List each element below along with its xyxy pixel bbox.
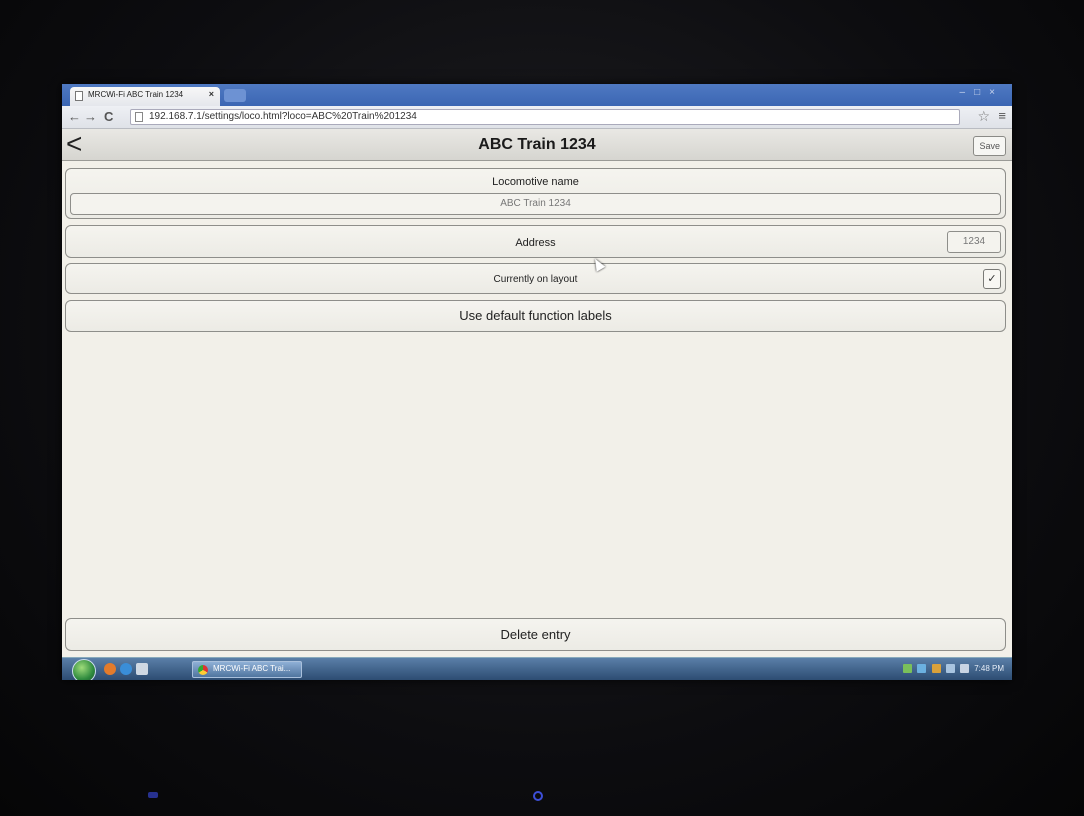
on-layout-field: Currently on layout ✓ — [65, 263, 1006, 294]
url-text: 192.168.7.1/settings/loco.html?loco=ABC%… — [149, 111, 417, 122]
page-icon — [75, 91, 83, 101]
tray-icon[interactable] — [931, 664, 941, 674]
address-label: Address — [515, 237, 556, 249]
system-tray: 7:48 PM — [903, 664, 1004, 674]
tray-icon[interactable] — [917, 664, 927, 674]
clock[interactable]: 7:48 PM — [974, 664, 1004, 673]
tray-icon[interactable] — [903, 664, 913, 674]
address-field: Address 1234 — [65, 225, 1006, 258]
network-icon[interactable] — [945, 664, 955, 674]
address-bar[interactable]: 192.168.7.1/settings/loco.html?loco=ABC%… — [130, 109, 960, 125]
close-icon[interactable]: × — [209, 89, 214, 99]
screen: MRCWi-Fi ABC Train 1234 × –□× ← → C 192.… — [62, 84, 1012, 680]
tab-title: MRCWi-Fi ABC Train 1234 — [88, 90, 184, 99]
page-icon — [135, 112, 143, 122]
forward-arrow-icon[interactable]: → — [84, 109, 97, 124]
on-layout-checkbox[interactable]: ✓ — [983, 269, 1001, 289]
settings-page: < ABC Train 1234 Save Locomotive name AB… — [62, 129, 1012, 680]
show-desktop-icon[interactable] — [136, 663, 148, 675]
taskbar: MRCWi-Fi ABC Trai... 7:48 PM — [62, 657, 1012, 680]
locomotive-name-field: Locomotive name ABC Train 1234 — [65, 168, 1006, 219]
back-arrow-icon[interactable]: ← — [68, 109, 81, 124]
locomotive-name-label: Locomotive name — [492, 176, 579, 188]
bookmark-star-icon[interactable]: ☆ — [977, 108, 990, 125]
page-title: ABC Train 1234 — [478, 136, 596, 153]
on-layout-label: Currently on layout — [493, 274, 578, 285]
taskbar-item-label: MRCWi-Fi ABC Trai... — [213, 664, 291, 673]
monitor-logo — [148, 792, 158, 798]
save-button[interactable]: Save — [973, 136, 1006, 156]
chrome-icon — [198, 665, 208, 675]
window-controls[interactable]: –□× — [960, 87, 1004, 98]
start-button[interactable] — [72, 659, 96, 680]
menu-icon[interactable]: ≡ — [998, 108, 1006, 123]
taskbar-browser-item[interactable]: MRCWi-Fi ABC Trai... — [192, 661, 302, 678]
locomotive-name-input[interactable]: ABC Train 1234 — [70, 193, 1001, 215]
new-tab-button[interactable] — [224, 89, 246, 102]
reload-icon[interactable]: C — [104, 109, 113, 124]
volume-icon[interactable] — [959, 664, 969, 674]
default-labels-button[interactable]: Use default function labels — [65, 300, 1006, 332]
delete-entry-button[interactable]: Delete entry — [65, 618, 1006, 651]
page-header: < ABC Train 1234 Save — [62, 129, 1012, 161]
power-button-icon[interactable] — [533, 791, 543, 801]
tab-strip: MRCWi-Fi ABC Train 1234 × –□× — [62, 84, 1012, 106]
address-input[interactable]: 1234 — [947, 231, 1001, 253]
media-player-icon[interactable] — [104, 663, 116, 675]
browser-tab[interactable]: MRCWi-Fi ABC Train 1234 × — [70, 87, 220, 106]
browser-toolbar: ← → C 192.168.7.1/settings/loco.html?loc… — [62, 106, 1012, 129]
internet-explorer-icon[interactable] — [120, 663, 132, 675]
